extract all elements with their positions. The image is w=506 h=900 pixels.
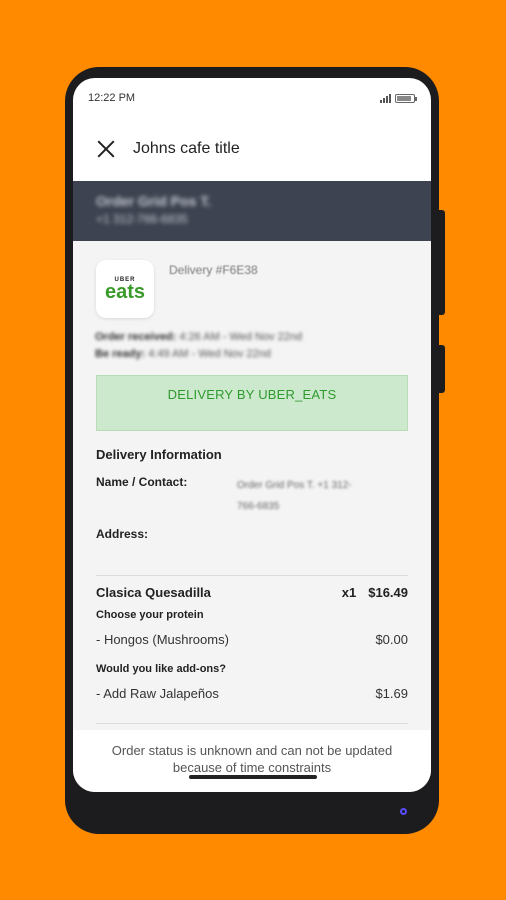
volume-button xyxy=(439,210,445,315)
customer-header: Order Grid Pos T. +1 312-766-6835 xyxy=(73,181,431,241)
divider xyxy=(96,575,408,576)
home-indicator[interactable] xyxy=(189,775,317,779)
uber-eats-logo: UBER eats xyxy=(96,260,154,318)
address-label: Address: xyxy=(96,527,149,541)
page-title: Johns cafe title xyxy=(133,140,240,157)
name-contact-value: Order Grid Pos T. +1 312-766-6835 xyxy=(237,480,352,512)
option-name: - Add Raw Jalapeños xyxy=(96,686,219,701)
option-name: - Hongos (Mushrooms) xyxy=(96,632,229,647)
option-group-title: Choose your protein xyxy=(96,609,204,621)
divider xyxy=(96,723,408,724)
signal-icon xyxy=(380,93,391,103)
received-value: 4:26 AM - Wed Nov 22nd xyxy=(179,331,303,343)
name-contact-label: Name / Contact: xyxy=(96,475,188,489)
delivery-id: Delivery #F6E38 xyxy=(169,263,258,277)
customer-phone: +1 312-766-6835 xyxy=(96,212,188,226)
option-price: $0.00 xyxy=(375,632,408,647)
phone-screen: 12:22 PM Johns cafe title Order Grid Pos… xyxy=(73,78,431,792)
logo-eats-text: eats xyxy=(104,280,146,303)
status-bar: 12:22 PM xyxy=(73,78,431,118)
item-name: Clasica Quesadilla xyxy=(96,585,211,600)
order-times: Order received: 4:26 AM - Wed Nov 22nd B… xyxy=(95,329,302,363)
status-time: 12:22 PM xyxy=(88,92,136,104)
power-button xyxy=(439,345,445,393)
battery-icon xyxy=(395,93,417,103)
order-details: UBER eats Delivery #F6E38 Order received… xyxy=(73,241,431,730)
item-quantity: x1 xyxy=(341,585,357,600)
close-icon[interactable] xyxy=(97,140,115,158)
order-status-footer: Order status is unknown and can not be u… xyxy=(73,730,431,792)
ready-label: Be ready: xyxy=(95,348,146,360)
camera-dot-icon xyxy=(400,808,407,815)
option-group-title: Would you like add-ons? xyxy=(96,663,226,675)
item-price: $16.49 xyxy=(368,585,408,600)
option-price: $1.69 xyxy=(375,686,408,701)
top-app-bar: Johns cafe title xyxy=(73,118,431,180)
customer-name: Order Grid Pos T. xyxy=(96,193,212,209)
option-row: - Add Raw Jalapeños $1.69 xyxy=(96,686,408,701)
delivery-type-banner: DELIVERY BY UBER_EATS xyxy=(96,375,408,431)
option-row: - Hongos (Mushrooms) $0.00 xyxy=(96,632,408,647)
delivery-info-title: Delivery Information xyxy=(96,447,222,462)
status-icons xyxy=(380,93,417,103)
received-label: Order received: xyxy=(95,331,177,343)
ready-value: 4:49 AM - Wed Nov 22nd xyxy=(148,348,271,360)
order-item: Clasica Quesadilla x1 $16.49 xyxy=(96,585,408,600)
